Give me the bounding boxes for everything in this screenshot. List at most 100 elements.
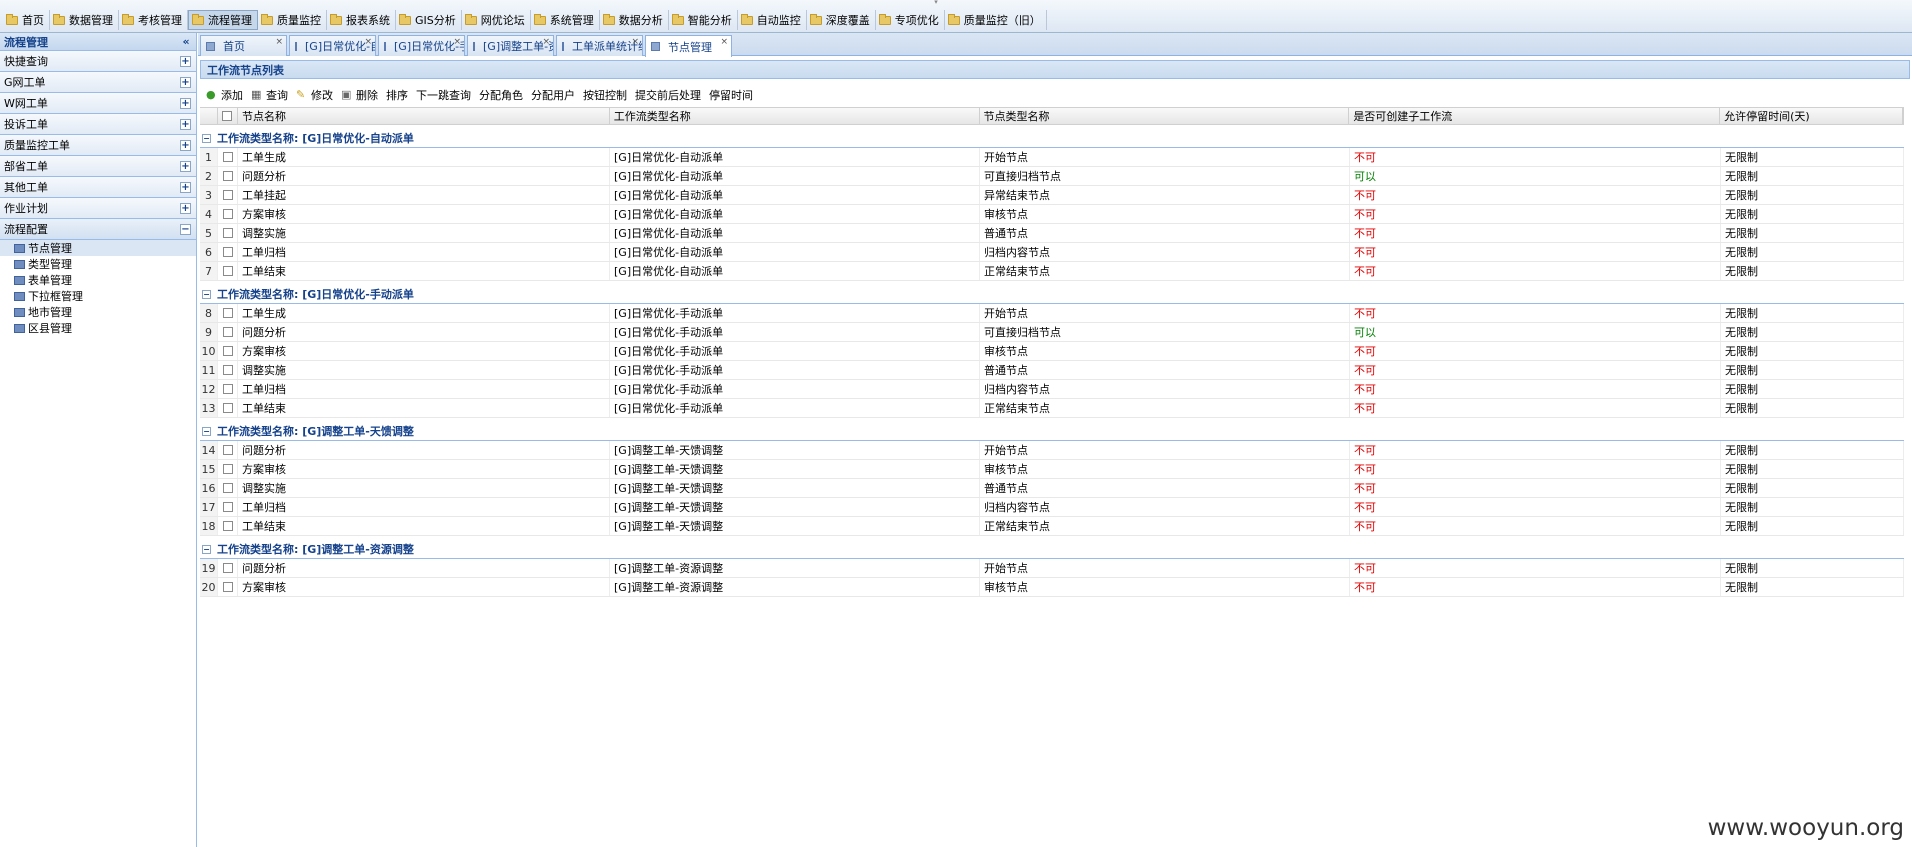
top-menu-item[interactable]: 考核管理 xyxy=(119,10,188,30)
tab[interactable]: 节点管理 × xyxy=(645,35,732,57)
toolbar-button[interactable]: 分配角色 xyxy=(479,87,523,103)
toolbar-button[interactable]: 分配用户 xyxy=(531,87,575,103)
collapse-group-icon[interactable]: − xyxy=(202,133,211,143)
row-checkbox[interactable] xyxy=(218,559,238,577)
table-row[interactable]: 11 调整实施 [G]日常优化-手动派单 普通节点 不可 无限制 xyxy=(200,361,1904,380)
toolbar-button[interactable]: ● 添加 xyxy=(206,87,243,103)
table-row[interactable]: 2 问题分析 [G]日常优化-自动派单 可直接归档节点 可以 无限制 xyxy=(200,167,1904,186)
row-checkbox[interactable] xyxy=(218,167,238,185)
plus-icon[interactable]: + xyxy=(180,97,191,109)
toolbar-button[interactable]: ✎ 修改 xyxy=(296,87,333,103)
row-checkbox[interactable] xyxy=(218,224,238,242)
toolbar-button[interactable]: ▦ 查询 xyxy=(251,87,288,103)
row-checkbox[interactable] xyxy=(218,399,238,417)
col-stay-time[interactable]: 允许停留时间(天) xyxy=(1720,108,1903,124)
row-checkbox[interactable] xyxy=(218,460,238,478)
collapse-group-icon[interactable]: − xyxy=(202,544,211,554)
sidebar-group[interactable]: 流程配置 − xyxy=(0,219,196,240)
table-row[interactable]: 9 问题分析 [G]日常优化-手动派单 可直接归档节点 可以 无限制 xyxy=(200,323,1904,342)
top-menu-item[interactable]: 流程管理 xyxy=(188,10,258,30)
row-checkbox[interactable] xyxy=(218,361,238,379)
row-checkbox[interactable] xyxy=(218,205,238,223)
plus-icon[interactable]: + xyxy=(180,139,191,151)
top-menu-item[interactable]: 系统管理 xyxy=(531,10,600,30)
top-menu-item[interactable]: 质量监控（旧） xyxy=(945,10,1047,30)
collapse-group-icon[interactable]: − xyxy=(202,289,211,299)
group-header[interactable]: − 工作流类型名称: [G]调整工单-资源调整 xyxy=(200,540,1904,559)
sidebar-item[interactable]: 类型管理 xyxy=(0,256,196,272)
close-icon[interactable]: × xyxy=(364,37,372,47)
sidebar-item[interactable]: 节点管理 xyxy=(0,240,196,256)
sidebar-item[interactable]: 地市管理 xyxy=(0,304,196,320)
top-menu-item[interactable]: 专项优化 xyxy=(876,10,945,30)
sidebar-item[interactable]: 表单管理 xyxy=(0,272,196,288)
row-checkbox[interactable] xyxy=(218,243,238,261)
close-icon[interactable]: × xyxy=(631,37,639,47)
table-row[interactable]: 7 工单结束 [G]日常优化-自动派单 正常结束节点 不可 无限制 xyxy=(200,262,1904,281)
top-menu-item[interactable]: 数据分析 xyxy=(600,10,669,30)
table-row[interactable]: 4 方案审核 [G]日常优化-自动派单 审核节点 不可 无限制 xyxy=(200,205,1904,224)
toolbar-button[interactable]: 按钮控制 xyxy=(583,87,627,103)
plus-icon[interactable]: + xyxy=(180,55,191,67)
row-checkbox[interactable] xyxy=(218,380,238,398)
row-checkbox[interactable] xyxy=(218,186,238,204)
table-row[interactable]: 13 工单结束 [G]日常优化-手动派单 正常结束节点 不可 无限制 xyxy=(200,399,1904,418)
plus-icon[interactable]: + xyxy=(180,181,191,193)
top-menu-item[interactable]: 智能分析 xyxy=(669,10,738,30)
table-row[interactable]: 10 方案审核 [G]日常优化-手动派单 审核节点 不可 无限制 xyxy=(200,342,1904,361)
sidebar-group[interactable]: 投诉工单 + xyxy=(0,114,196,135)
row-checkbox[interactable] xyxy=(218,342,238,360)
toolbar-button[interactable]: 停留时间 xyxy=(709,87,753,103)
sidebar-group[interactable]: 作业计划 + xyxy=(0,198,196,219)
collapse-group-icon[interactable]: − xyxy=(202,426,211,436)
table-row[interactable]: 19 问题分析 [G]调整工单-资源调整 开始节点 不可 无限制 xyxy=(200,559,1904,578)
toolbar-button[interactable]: ▣ 删除 xyxy=(341,87,378,103)
table-row[interactable]: 15 方案审核 [G]调整工单-天馈调整 审核节点 不可 无限制 xyxy=(200,460,1904,479)
sidebar-group[interactable]: 其他工单 + xyxy=(0,177,196,198)
plus-icon[interactable]: + xyxy=(180,202,191,214)
sidebar-group[interactable]: 部省工单 + xyxy=(0,156,196,177)
table-row[interactable]: 6 工单归档 [G]日常优化-自动派单 归档内容节点 不可 无限制 xyxy=(200,243,1904,262)
col-sub-workflow[interactable]: 是否可创建子工作流 xyxy=(1349,108,1721,124)
tab[interactable]: 首页 × xyxy=(200,35,287,56)
select-all-checkbox[interactable] xyxy=(218,108,238,124)
row-checkbox[interactable] xyxy=(218,479,238,497)
top-menu-item[interactable]: GIS分析 xyxy=(396,10,462,30)
collapse-icon[interactable]: « xyxy=(180,36,192,48)
close-icon[interactable]: × xyxy=(453,37,461,47)
table-row[interactable]: 17 工单归档 [G]调整工单-天馈调整 归档内容节点 不可 无限制 xyxy=(200,498,1904,517)
row-checkbox[interactable] xyxy=(218,148,238,166)
row-checkbox[interactable] xyxy=(218,441,238,459)
sidebar-group[interactable]: 快捷查询 + xyxy=(0,51,196,72)
table-row[interactable]: 12 工单归档 [G]日常优化-手动派单 归档内容节点 不可 无限制 xyxy=(200,380,1904,399)
sidebar-group[interactable]: G网工单 + xyxy=(0,72,196,93)
row-checkbox[interactable] xyxy=(218,498,238,516)
table-row[interactable]: 1 工单生成 [G]日常优化-自动派单 开始节点 不可 无限制 xyxy=(200,148,1904,167)
top-menu-item[interactable]: 报表系统 xyxy=(327,10,396,30)
minus-icon[interactable]: − xyxy=(180,223,191,235)
tab[interactable]: [G]调整工单-资 × xyxy=(467,35,554,56)
plus-icon[interactable]: + xyxy=(180,118,191,130)
close-icon[interactable]: × xyxy=(275,37,283,47)
row-checkbox[interactable] xyxy=(218,262,238,280)
sidebar-group[interactable]: W网工单 + xyxy=(0,93,196,114)
group-header[interactable]: − 工作流类型名称: [G]日常优化-手动派单 xyxy=(200,285,1904,304)
row-checkbox[interactable] xyxy=(218,578,238,596)
table-row[interactable]: 8 工单生成 [G]日常优化-手动派单 开始节点 不可 无限制 xyxy=(200,304,1904,323)
toolbar-button[interactable]: 排序 xyxy=(386,87,408,103)
plus-icon[interactable]: + xyxy=(180,76,191,88)
plus-icon[interactable]: + xyxy=(180,160,191,172)
top-menu-item[interactable]: 质量监控 xyxy=(258,10,327,30)
table-row[interactable]: 16 调整实施 [G]调整工单-天馈调整 普通节点 不可 无限制 xyxy=(200,479,1904,498)
close-icon[interactable]: × xyxy=(720,37,728,47)
col-node-name[interactable]: 节点名称 xyxy=(238,108,610,124)
table-row[interactable]: 18 工单结束 [G]调整工单-天馈调整 正常结束节点 不可 无限制 xyxy=(200,517,1904,536)
col-workflow-type[interactable]: 工作流类型名称 xyxy=(610,108,980,124)
sidebar-item[interactable]: 下拉框管理 xyxy=(0,288,196,304)
row-checkbox[interactable] xyxy=(218,517,238,535)
resize-grip-icon[interactable]: ▾ xyxy=(930,0,942,6)
table-row[interactable]: 5 调整实施 [G]日常优化-自动派单 普通节点 不可 无限制 xyxy=(200,224,1904,243)
top-menu-item[interactable]: 首页 xyxy=(3,10,50,30)
toolbar-button[interactable]: 下一跳查询 xyxy=(416,87,471,103)
table-row[interactable]: 14 问题分析 [G]调整工单-天馈调整 开始节点 不可 无限制 xyxy=(200,441,1904,460)
